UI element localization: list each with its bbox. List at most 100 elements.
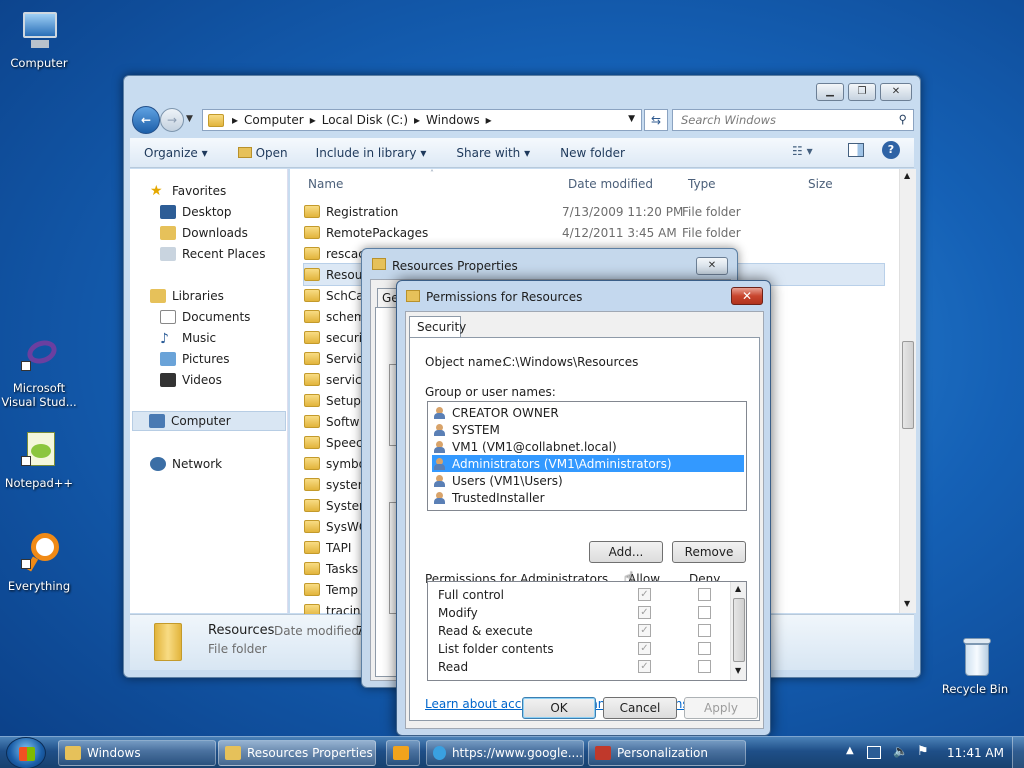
nav-downloads[interactable]: Downloads	[160, 223, 248, 243]
help-icon[interactable]: ?	[882, 141, 900, 159]
minimize-button[interactable]: ▁	[816, 83, 844, 101]
deny-checkbox[interactable]	[698, 624, 711, 637]
forward-button[interactable]: →	[160, 108, 184, 132]
search-input[interactable]: Search Windows ⚲	[672, 109, 914, 131]
nav-music[interactable]: ♪ Music	[160, 328, 216, 348]
scroll-down-arrow[interactable]: ▼	[735, 666, 741, 675]
scroll-thumb[interactable]	[733, 598, 745, 662]
allow-checkbox[interactable]: ✓	[638, 588, 651, 601]
user-list-item[interactable]: Administrators (VM1\Administrators)	[432, 455, 744, 472]
scroll-up-arrow[interactable]: ▲	[735, 584, 741, 593]
column-header-type[interactable]: Type	[688, 177, 716, 191]
file-name: Temp	[326, 582, 358, 597]
user-list-item[interactable]: CREATOR OWNER	[432, 404, 744, 421]
desktop-icon-notepad[interactable]: Notepad++	[0, 430, 81, 490]
network-tray-icon[interactable]	[867, 746, 881, 759]
refresh-button[interactable]: ⇆	[644, 109, 668, 131]
file-name: schem	[326, 309, 366, 324]
include-in-library-menu[interactable]: Include in library ▾	[316, 146, 427, 160]
nav-videos[interactable]: Videos	[160, 370, 222, 390]
allow-checkbox[interactable]: ✓	[638, 606, 651, 619]
address-bar[interactable]: ▸ Computer ▸ Local Disk (C:) ▸ Windows ▸…	[202, 109, 642, 131]
nav-network[interactable]: Network	[150, 454, 222, 474]
properties-close-button[interactable]: ✕	[696, 257, 728, 275]
desktop-icon-everything[interactable]: Everything	[0, 533, 81, 593]
allow-checkbox[interactable]: ✓	[638, 624, 651, 637]
taskbar-item-windows[interactable]: Windows	[58, 740, 216, 766]
nav-favorites[interactable]: ★ Favorites	[150, 181, 226, 201]
volume-muted-icon[interactable]: 🔈	[893, 744, 908, 758]
folder-icon	[304, 541, 320, 554]
column-header-date[interactable]: Date modified	[568, 177, 653, 191]
ok-button[interactable]: OK	[522, 697, 596, 719]
back-button[interactable]: ←	[132, 106, 160, 134]
breadcrumb-separator: ▸	[309, 113, 316, 127]
user-list-item[interactable]: VM1 (VM1@collabnet.local)	[432, 438, 744, 455]
media-player-icon	[393, 746, 409, 760]
breadcrumb-computer[interactable]: Computer	[244, 113, 304, 127]
vertical-scrollbar[interactable]: ▲ ▼	[899, 169, 916, 613]
nav-documents[interactable]: Documents	[160, 307, 250, 327]
organize-menu[interactable]: Organize ▾	[144, 146, 208, 160]
share-with-menu[interactable]: Share with ▾	[456, 146, 530, 160]
preview-pane-icon[interactable]	[848, 143, 864, 157]
cancel-button[interactable]: Cancel	[603, 697, 677, 719]
breadcrumb-local-disk[interactable]: Local Disk (C:)	[322, 113, 408, 127]
close-button[interactable]: ✕	[880, 83, 912, 101]
deny-checkbox[interactable]	[698, 588, 711, 601]
deny-checkbox[interactable]	[698, 660, 711, 673]
group-icon	[434, 406, 448, 420]
remove-button[interactable]: Remove	[672, 541, 746, 563]
show-desktop-button[interactable]	[1012, 737, 1024, 768]
folder-icon	[304, 583, 320, 596]
recent-pages-dropdown[interactable]: ▼	[186, 114, 193, 124]
show-hidden-icons[interactable]: ▲	[846, 745, 854, 756]
nav-pictures[interactable]: Pictures	[160, 349, 230, 369]
action-center-flag-icon[interactable]: ⚑	[917, 744, 929, 759]
open-button[interactable]: Open	[237, 145, 288, 160]
open-label: Open	[255, 145, 288, 160]
add-button[interactable]: Add...	[589, 541, 663, 563]
permissions-close-button[interactable]: ✕	[731, 287, 763, 305]
column-header-name[interactable]: Name	[308, 177, 343, 191]
file-row[interactable]: RemotePackages 4/12/2011 3:45 AM File fold…	[304, 222, 884, 243]
user-list[interactable]: CREATOR OWNER SYSTEM VM1 (VM1@collabnet.lo…	[427, 401, 747, 511]
desktop-icon-computer[interactable]: Computer	[0, 10, 81, 70]
nav-computer[interactable]: Computer	[132, 411, 286, 431]
clock[interactable]: 11:41 AM	[947, 746, 1004, 760]
address-dropdown-icon[interactable]: ▼	[628, 114, 635, 124]
file-row[interactable]: Registration 7/13/2009 11:20 PM File folde…	[304, 201, 884, 222]
nav-desktop[interactable]: Desktop	[160, 202, 232, 222]
permission-list: ▲ ▼ Full control ✓ Modify ✓ Read & execute ✓ L…	[427, 581, 747, 681]
scroll-up-arrow[interactable]: ▲	[904, 171, 910, 180]
taskbar-item-properties[interactable]: Resources Properties	[218, 740, 376, 766]
tab-security[interactable]: Security	[409, 316, 466, 338]
user-list-item[interactable]: SYSTEM	[432, 421, 744, 438]
scroll-thumb[interactable]	[902, 341, 914, 429]
desktop-icon-recycle-bin[interactable]: Recycle Bin	[933, 636, 1017, 696]
deny-checkbox[interactable]	[698, 642, 711, 655]
allow-checkbox[interactable]: ✓	[638, 642, 651, 655]
taskbar-item-media[interactable]	[386, 740, 420, 766]
maximize-button[interactable]: ❐	[848, 83, 876, 101]
scroll-down-arrow[interactable]: ▼	[904, 599, 910, 608]
folder-icon	[304, 415, 320, 428]
breadcrumb-windows[interactable]: Windows	[426, 113, 480, 127]
column-header-size[interactable]: Size	[808, 177, 833, 191]
view-options-icon[interactable]: ☷ ▾	[792, 144, 813, 158]
file-name: Setup	[326, 393, 361, 408]
start-button[interactable]	[6, 737, 46, 768]
user-list-item[interactable]: TrustedInstaller	[432, 489, 744, 506]
user-list-item[interactable]: Users (VM1\Users)	[432, 472, 744, 489]
desktop-icon-visual-studio[interactable]: Microsoft Visual Stud...	[0, 335, 81, 409]
apply-button[interactable]: Apply	[684, 697, 758, 719]
deny-checkbox[interactable]	[698, 606, 711, 619]
nav-recent-places[interactable]: Recent Places	[160, 244, 265, 264]
search-icon[interactable]: ⚲	[899, 112, 907, 126]
new-folder-button[interactable]: New folder	[560, 146, 625, 160]
allow-checkbox[interactable]: ✓	[638, 660, 651, 673]
nav-libraries[interactable]: Libraries	[150, 286, 224, 306]
permission-scrollbar[interactable]: ▲ ▼	[730, 582, 746, 680]
taskbar-item-personalization[interactable]: Personalization	[588, 740, 746, 766]
taskbar-item-browser[interactable]: https://www.google....	[426, 740, 584, 766]
